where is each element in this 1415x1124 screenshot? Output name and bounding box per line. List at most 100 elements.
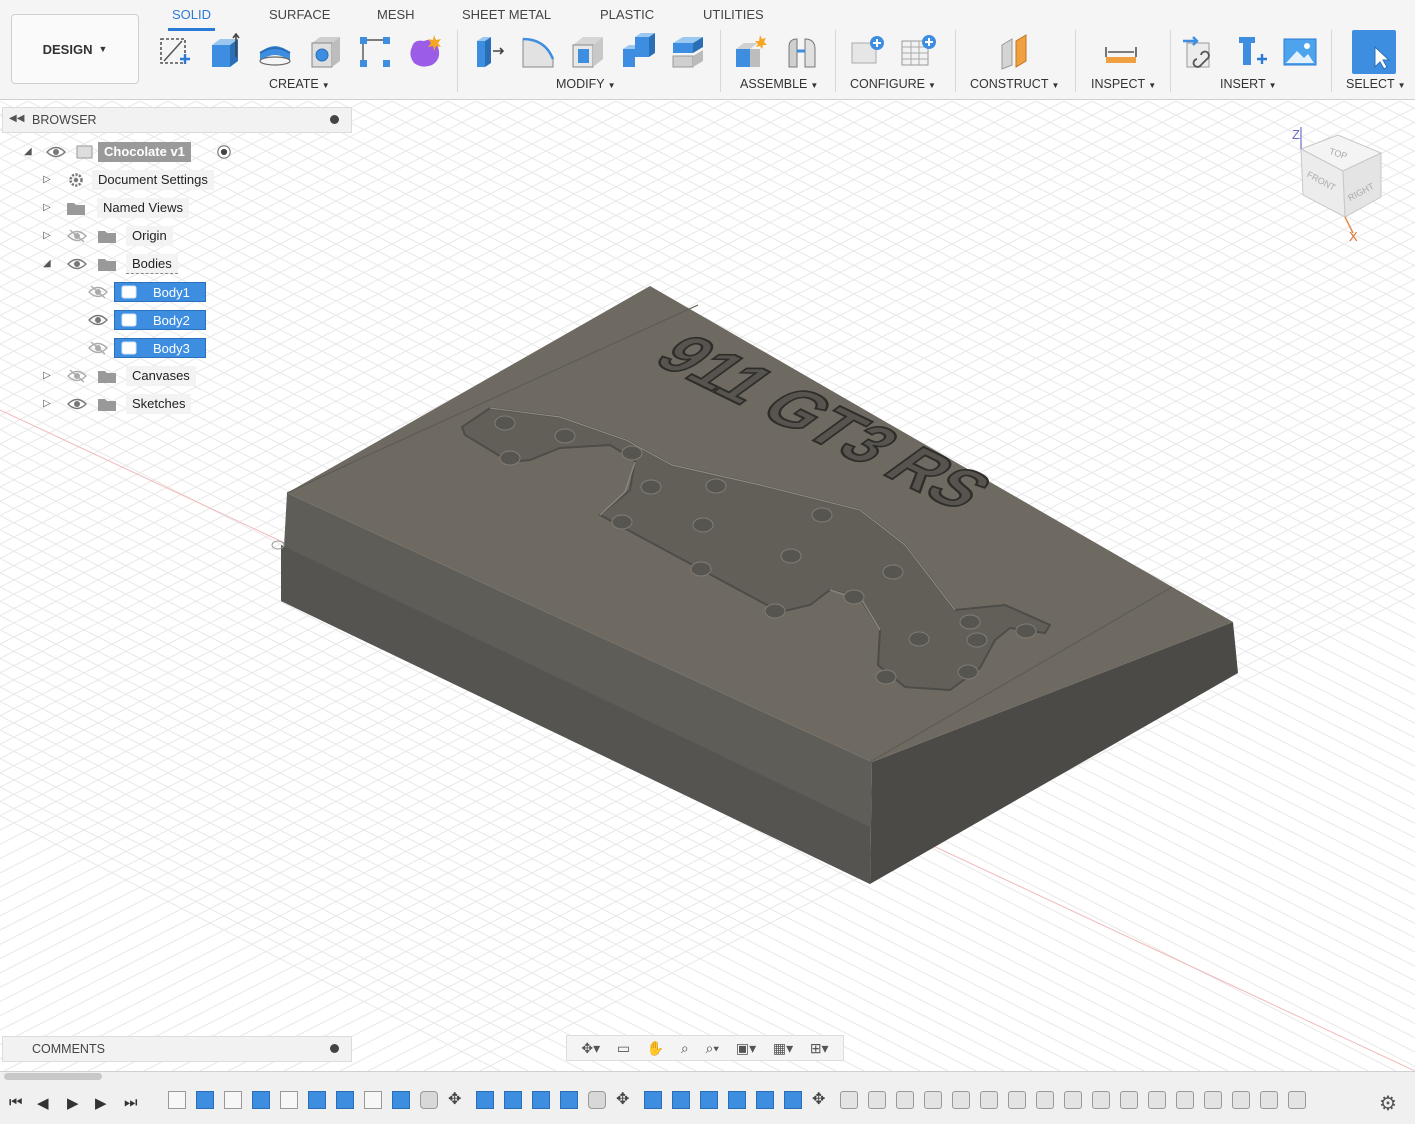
insert-menu[interactable]: INSERT ▼ xyxy=(1220,77,1277,91)
timeline-extrude-icon[interactable] xyxy=(476,1091,494,1109)
timeline-scrollbar[interactable] xyxy=(4,1073,102,1080)
step-back-icon[interactable]: ◀ xyxy=(37,1094,49,1112)
root-component-label[interactable]: Chocolate v1 xyxy=(98,142,191,162)
timeline-sketch-icon[interactable] xyxy=(168,1091,186,1109)
timeline-pattern-icon[interactable] xyxy=(952,1091,970,1109)
pin-icon[interactable] xyxy=(330,115,339,124)
go-to-start-icon[interactable]: ⏮ xyxy=(9,1094,23,1111)
select-menu[interactable]: SELECT ▼ xyxy=(1346,77,1406,91)
timeline-sketch-icon[interactable] xyxy=(224,1091,242,1109)
tree-item-body1[interactable]: Body1 xyxy=(88,281,228,305)
timeline-pattern-icon[interactable] xyxy=(1036,1091,1054,1109)
timeline-pattern-icon[interactable] xyxy=(840,1091,858,1109)
measure-icon[interactable] xyxy=(1101,32,1141,72)
display-settings-icon[interactable]: ▣▾ xyxy=(736,1040,756,1057)
configure-menu[interactable]: CONFIGURE ▼ xyxy=(850,77,936,91)
select-tool-icon[interactable] xyxy=(1352,30,1396,74)
timeline-move-icon[interactable]: ✥ xyxy=(812,1091,830,1109)
step-forward-icon[interactable]: ▶ xyxy=(95,1094,107,1112)
look-at-icon[interactable]: ▭ xyxy=(617,1040,630,1057)
timeline-pattern-icon[interactable] xyxy=(1204,1091,1222,1109)
timeline-extrude-icon[interactable] xyxy=(672,1091,690,1109)
configure-icon[interactable] xyxy=(848,32,888,72)
activate-radio-icon[interactable] xyxy=(215,144,233,160)
eye-hidden-icon[interactable] xyxy=(88,285,108,299)
timeline-extrude-icon[interactable] xyxy=(196,1091,214,1109)
play-icon[interactable]: ▶ xyxy=(67,1094,79,1112)
new-component-icon[interactable] xyxy=(731,32,771,72)
insert-canvas-icon[interactable] xyxy=(1280,32,1320,72)
timeline-extrude-icon[interactable] xyxy=(308,1091,326,1109)
viewcube[interactable]: TOP FRONT RIGHT Z X xyxy=(1285,125,1395,245)
timeline-extrude-icon[interactable] xyxy=(644,1091,662,1109)
tree-item-origin[interactable]: ▷ Origin xyxy=(40,225,240,249)
construct-menu[interactable]: CONSTRUCT ▼ xyxy=(970,77,1059,91)
tree-item-body2[interactable]: Body2 xyxy=(88,309,228,333)
chocolate-body[interactable]: 911 GT3 RS xyxy=(281,286,1238,884)
tab-sheet-metal[interactable]: SHEET METAL xyxy=(458,6,555,28)
revolve-icon[interactable] xyxy=(255,32,295,72)
go-to-end-icon[interactable]: ⏭ xyxy=(124,1094,138,1111)
insert-mcmaster-icon[interactable] xyxy=(1230,32,1270,72)
tab-mesh[interactable]: MESH xyxy=(373,6,419,28)
create-sketch-icon[interactable] xyxy=(155,32,195,72)
timeline-sketch-icon[interactable] xyxy=(280,1091,298,1109)
expand-triangle-icon[interactable]: ▷ xyxy=(43,230,51,241)
collapse-triangle-icon[interactable]: ◢ xyxy=(24,146,32,157)
timeline-joint-icon[interactable] xyxy=(588,1091,606,1109)
timeline-extrude-icon[interactable] xyxy=(756,1091,774,1109)
eye-icon[interactable] xyxy=(88,313,108,327)
hole-icon[interactable] xyxy=(305,32,345,72)
eye-hidden-icon[interactable] xyxy=(67,369,87,383)
eye-hidden-icon[interactable] xyxy=(88,341,108,355)
extrude-icon[interactable] xyxy=(205,32,245,72)
offset-plane-icon[interactable] xyxy=(995,32,1035,72)
timeline-pattern-icon[interactable] xyxy=(924,1091,942,1109)
timeline-pattern-icon[interactable] xyxy=(1064,1091,1082,1109)
fit-zoom-icon[interactable]: ⌕▾ xyxy=(705,1040,719,1057)
timeline-extrude-icon[interactable] xyxy=(504,1091,522,1109)
timeline-extrude-icon[interactable] xyxy=(392,1091,410,1109)
timeline-pattern-icon[interactable] xyxy=(1008,1091,1026,1109)
tree-item-bodies[interactable]: ◢ Bodies xyxy=(40,253,240,277)
timeline-pattern-icon[interactable] xyxy=(980,1091,998,1109)
timeline-pattern-icon[interactable] xyxy=(1148,1091,1166,1109)
zoom-icon[interactable]: ⌕ xyxy=(681,1040,689,1057)
expand-triangle-icon[interactable]: ▷ xyxy=(43,202,51,213)
create-menu[interactable]: CREATE ▼ xyxy=(269,77,330,91)
timeline-extrude-icon[interactable] xyxy=(700,1091,718,1109)
eye-icon[interactable] xyxy=(46,145,66,159)
tab-plastic[interactable]: PLASTIC xyxy=(596,6,658,28)
timeline-pattern-icon[interactable] xyxy=(1232,1091,1250,1109)
fillet-icon[interactable] xyxy=(518,32,558,72)
press-pull-icon[interactable] xyxy=(468,32,508,72)
collapse-icon[interactable]: ◀◀ xyxy=(9,113,24,124)
timeline-sketch-icon[interactable] xyxy=(364,1091,382,1109)
comments-panel-header[interactable]: COMMENTS xyxy=(2,1036,352,1062)
form-icon[interactable] xyxy=(405,32,445,72)
modify-menu[interactable]: MODIFY ▼ xyxy=(556,77,616,91)
inspect-menu[interactable]: INSPECT ▼ xyxy=(1091,77,1156,91)
timeline-extrude-icon[interactable] xyxy=(252,1091,270,1109)
viewports-icon[interactable]: ⊞▾ xyxy=(810,1040,829,1057)
workspace-switcher[interactable]: DESIGN ▼ xyxy=(11,14,139,84)
timeline-pattern-icon[interactable] xyxy=(1120,1091,1138,1109)
timeline-move-icon[interactable]: ✥ xyxy=(616,1091,634,1109)
pattern-icon[interactable] xyxy=(355,32,395,72)
eye-hidden-icon[interactable] xyxy=(67,229,87,243)
timeline-pattern-icon[interactable] xyxy=(1092,1091,1110,1109)
pin-icon[interactable] xyxy=(330,1044,339,1053)
expand-triangle-icon[interactable]: ▷ xyxy=(43,370,51,381)
timeline-pattern-icon[interactable] xyxy=(1260,1091,1278,1109)
timeline-extrude-icon[interactable] xyxy=(532,1091,550,1109)
configuration-table-icon[interactable] xyxy=(898,32,938,72)
timeline-extrude-icon[interactable] xyxy=(728,1091,746,1109)
tree-item-canvases[interactable]: ▷ Canvases xyxy=(40,365,240,389)
timeline-pattern-icon[interactable] xyxy=(1288,1091,1306,1109)
combine-icon[interactable] xyxy=(618,32,658,72)
tree-item-sketches[interactable]: ▷ Sketches xyxy=(40,393,240,417)
timeline-extrude-icon[interactable] xyxy=(784,1091,802,1109)
browser-panel-header[interactable]: ◀◀ BROWSER xyxy=(2,107,352,133)
timeline-extrude-icon[interactable] xyxy=(336,1091,354,1109)
insert-derive-icon[interactable] xyxy=(1180,32,1220,72)
